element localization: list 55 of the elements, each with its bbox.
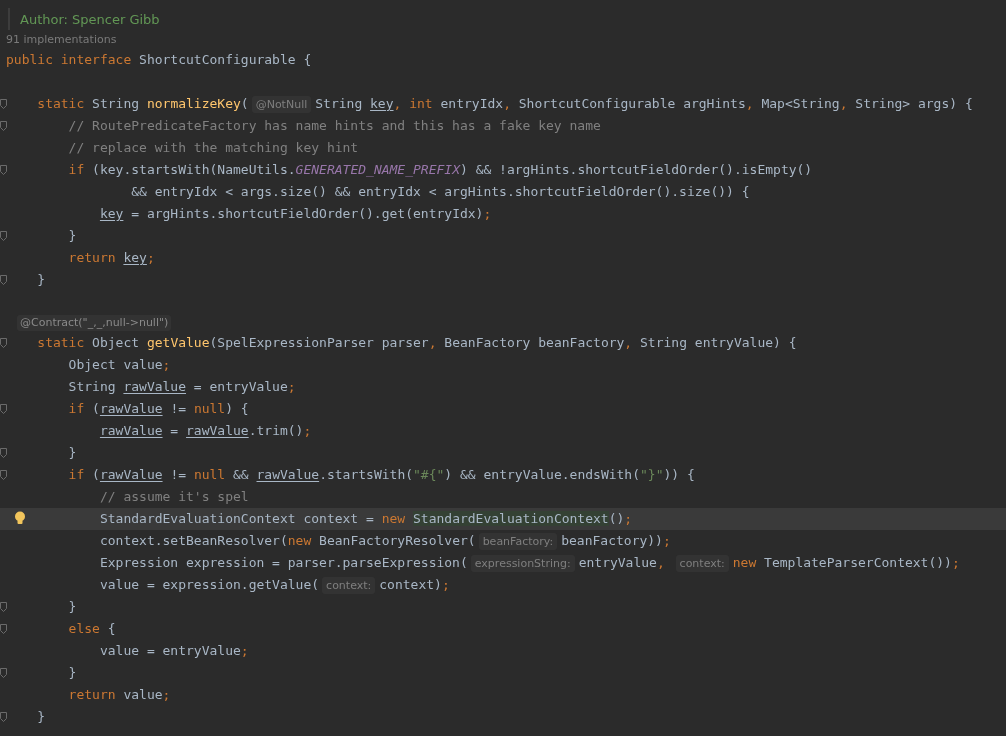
parameter-hint: expressionString:	[470, 554, 575, 572]
code-text: return key;	[67, 249, 155, 267]
parameter-hint: @NotNull	[251, 95, 312, 113]
code-text: // RoutePredicateFactory has name hints and this has a fake key name	[67, 117, 601, 135]
code-text: }	[36, 271, 46, 289]
code-text: // replace with the matching key hint	[67, 139, 359, 157]
code-text: if (rawValue != null) {	[67, 400, 249, 418]
fold-marker-icon[interactable]	[0, 121, 7, 131]
code-text: new TemplateParserContext());	[732, 554, 960, 572]
code-text: if (rawValue != null && rawValue.startsWith("#{") && entryValue.endsWith("}")) {	[67, 466, 695, 484]
fold-marker-icon[interactable]	[0, 275, 7, 285]
code-text: return value;	[67, 686, 171, 704]
fold-marker-icon[interactable]	[0, 668, 7, 678]
code-text: }	[67, 598, 77, 616]
fold-marker-icon[interactable]	[0, 470, 7, 480]
fold-marker-icon[interactable]	[0, 338, 7, 348]
fold-marker-icon[interactable]	[0, 602, 7, 612]
code-text: value = entryValue;	[98, 642, 249, 660]
code-text: entryValue,	[578, 554, 666, 572]
code-text: String key, int entryIdx, ShortcutConfigurable argHints, Map<String, String> args) {	[315, 95, 973, 113]
code-text: }	[67, 444, 77, 462]
fold-marker-icon[interactable]	[0, 165, 7, 175]
code-text: else {	[67, 620, 116, 638]
code-text: static Object getValue(SpelExpressionParser parser, BeanFactory beanFactory, String entryValue) {	[36, 334, 797, 352]
inferred-annotation-hint: @Contract("_,_,null->null")	[17, 314, 172, 331]
parameter-hint: context:	[322, 576, 376, 594]
code-text: key = argHints.shortcutFieldOrder().get(entryIdx);	[98, 205, 492, 223]
doc-comment: Author: Spencer Gibb	[20, 11, 160, 27]
code-text: rawValue = rawValue.trim();	[98, 422, 312, 440]
code-text: && entryIdx < args.size() && entryIdx < argHints.shortcutFieldOrder().size()) {	[130, 183, 750, 201]
code-text: StandardEvaluationContext context = new StandardEvaluationContext();	[98, 510, 633, 528]
code-text: Object value;	[67, 356, 171, 374]
code-text: Expression expression = parser.parseExpression(	[98, 554, 468, 572]
fold-marker-icon[interactable]	[0, 404, 7, 414]
code-text: value = expression.getValue(	[98, 576, 320, 594]
code-text: if (key.startsWith(NameUtils.GENERATED_NAME_PREFIX) && !argHints.shortcutFieldOrder().isEmpty()	[67, 161, 813, 179]
parameter-hint: beanFactory:	[478, 532, 558, 550]
code-text: beanFactory));	[561, 532, 671, 550]
code-text: public interface ShortcutConfigurable {	[6, 51, 312, 69]
code-text: }	[67, 664, 77, 682]
code-text: context.setBeanResolver(new BeanFactoryResolver(	[98, 532, 476, 550]
fold-marker-icon[interactable]	[0, 712, 7, 722]
code-text: }	[67, 227, 77, 245]
parameter-hint: context:	[675, 554, 729, 572]
fold-marker-icon[interactable]	[0, 99, 7, 109]
fold-marker-icon[interactable]	[0, 624, 7, 634]
code-text: String rawValue = entryValue;	[67, 378, 296, 396]
code-text: }	[36, 708, 46, 726]
implementations-link[interactable]: 91 implementations	[6, 33, 117, 46]
code-text: context);	[379, 576, 450, 594]
code-text: static String normalizeKey(	[36, 95, 249, 113]
code-text: // assume it's spel	[98, 488, 249, 506]
fold-marker-icon[interactable]	[0, 231, 7, 241]
lightbulb-icon[interactable]	[14, 511, 26, 525]
fold-marker-icon[interactable]	[0, 448, 7, 458]
